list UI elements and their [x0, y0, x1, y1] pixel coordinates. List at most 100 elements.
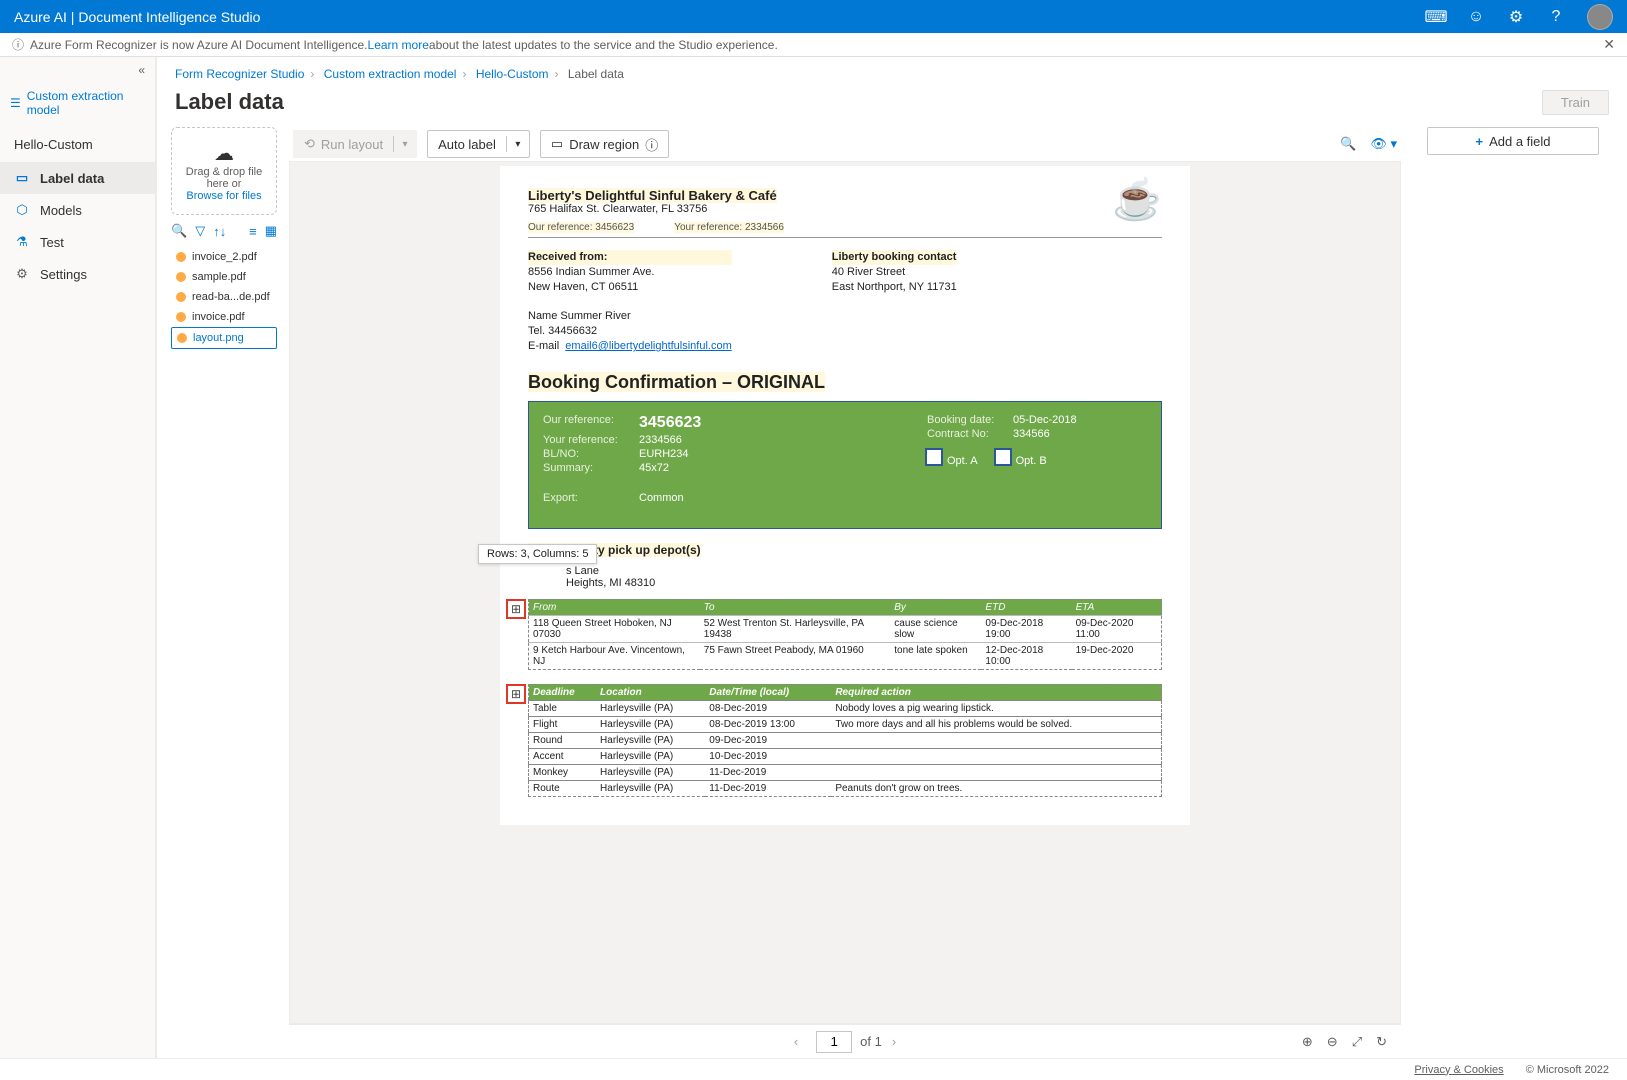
file-item[interactable]: sample.pdf	[171, 267, 277, 287]
zoom-out-icon[interactable]: ⊖	[1327, 1034, 1338, 1050]
table-cell: 09-Dec-2018 19:00	[981, 615, 1071, 642]
gb-your-ref-v: 2334566	[639, 434, 682, 446]
upload-icon: ☁	[214, 141, 234, 166]
page-number-input[interactable]	[816, 1031, 852, 1053]
opt-a: Opt. A	[927, 450, 978, 467]
table-cell: Harleysville (PA)	[596, 716, 705, 732]
document-viewer[interactable]: Liberty's Delightful Sinful Bakery & Caf…	[289, 161, 1401, 1024]
topbar-actions: ⌨ ☺ ⚙ ?	[1427, 4, 1613, 30]
crumb-studio[interactable]: Form Recognizer Studio	[175, 67, 304, 81]
table-cell: 9 Ketch Harbour Ave. Vincentown, NJ	[529, 642, 700, 669]
table-header: ETA	[1072, 599, 1162, 615]
file-item[interactable]: invoice_2.pdf	[171, 247, 277, 267]
crumb-project[interactable]: Hello-Custom	[476, 67, 549, 81]
gb-your-ref-l: Your reference:	[543, 434, 639, 446]
zoom-in-icon[interactable]: ⊕	[1302, 1034, 1313, 1050]
file-name: invoice_2.pdf	[192, 251, 257, 263]
table-cell: 118 Queen Street Hoboken, NJ 07030	[529, 615, 700, 642]
crumb-model[interactable]: Custom extraction model	[324, 67, 457, 81]
received-addr2: New Haven, CT 06511	[528, 280, 732, 295]
sidebar-item-test[interactable]: ⚗ Test	[0, 226, 155, 258]
table-cell: Table	[529, 700, 597, 716]
gb-blno-v: EURH234	[639, 448, 689, 460]
rotate-icon[interactable]: ↻	[1376, 1034, 1387, 1050]
auto-label-dropdown[interactable]: ▾	[507, 139, 529, 150]
file-item[interactable]: layout.png	[171, 327, 277, 349]
table-cell: Route	[529, 780, 597, 796]
visibility-icon[interactable]: 👁 ▾	[1370, 136, 1397, 152]
help-icon[interactable]: ?	[1547, 8, 1565, 26]
sidebar-item-models[interactable]: ⬡ Models	[0, 194, 155, 226]
doc-address: 765 Halifax St. Clearwater, FL 33756	[528, 203, 777, 215]
sidebar-item-settings[interactable]: ⚙ Settings	[0, 258, 155, 290]
sort-icon[interactable]: ↑↓	[213, 224, 226, 239]
breadcrumb: Form Recognizer Studio› Custom extractio…	[157, 57, 1627, 85]
fit-icon[interactable]: ⤢	[1352, 1034, 1362, 1050]
search-icon[interactable]: 🔍	[171, 223, 187, 239]
fields-panel: + Add a field	[1413, 127, 1613, 1058]
filter-icon[interactable]: ▽	[195, 223, 205, 239]
train-button[interactable]: Train	[1542, 90, 1609, 115]
table-cell	[831, 748, 1161, 764]
table-cell	[831, 732, 1161, 748]
run-layout-button[interactable]: ⟲ Run layout	[294, 131, 393, 157]
page-title: Label data	[175, 89, 284, 115]
file-list-tools: 🔍 ▽ ↑↓ ≡ ▦	[171, 221, 277, 241]
table-cell: Harleysville (PA)	[596, 700, 705, 716]
contact-header: Liberty booking contact	[832, 250, 957, 265]
opt-b-label: Opt. B	[1016, 455, 1047, 467]
shipping-table: FromToByETDETA118 Queen Street Hoboken, …	[528, 599, 1162, 670]
avatar[interactable]	[1587, 4, 1613, 30]
banner-learn-more-link[interactable]: Learn more	[368, 38, 429, 52]
dropzone-text: Drag & drop file here or	[176, 166, 272, 190]
banner-text-pre: Azure Form Recognizer is now Azure AI Do…	[30, 38, 368, 52]
sidebar-collapse-icon[interactable]: «	[128, 57, 155, 83]
copyright: © Microsoft 2022	[1526, 1064, 1609, 1076]
table-cell: Monkey	[529, 764, 597, 780]
doc-tel: Tel. 34456632	[528, 324, 732, 339]
file-item[interactable]: invoice.pdf	[171, 307, 277, 327]
doc-title: Booking Confirmation – ORIGINAL	[528, 372, 825, 392]
app-title: Azure AI | Document Intelligence Studio	[14, 9, 1427, 25]
auto-label-button[interactable]: Auto label	[428, 131, 506, 157]
table-row: MonkeyHarleysville (PA)11-Dec-2019	[529, 764, 1162, 780]
draw-region-label: Draw region	[569, 137, 639, 152]
gb-blno-l: BL/NO:	[543, 448, 639, 460]
browse-files-link[interactable]: Browse for files	[186, 190, 261, 202]
list-icon: ☰	[10, 96, 21, 110]
file-item[interactable]: read-ba...de.pdf	[171, 287, 277, 307]
footer: Privacy & Cookies © Microsoft 2022	[0, 1058, 1627, 1080]
feedback-icon[interactable]: ☺	[1467, 8, 1485, 26]
table-icon-2[interactable]: ⊞	[506, 684, 526, 704]
privacy-link[interactable]: Privacy & Cookies	[1414, 1064, 1503, 1076]
run-layout-dropdown[interactable]: ▾	[394, 139, 416, 150]
dropzone[interactable]: ☁ Drag & drop file here or Browse for fi…	[171, 127, 277, 215]
status-dot	[176, 272, 186, 282]
opt-b: Opt. B	[996, 450, 1047, 467]
doc-name: Name Summer River	[528, 309, 732, 324]
list-view-icon[interactable]: ≡	[249, 224, 257, 239]
table-cell: 12-Dec-2018 10:00	[981, 642, 1071, 669]
sidebar-header: ☰ Custom extraction model	[0, 83, 155, 123]
table-cell: 09-Dec-2019	[705, 732, 831, 748]
find-icon[interactable]: 🔍	[1340, 136, 1356, 152]
next-page-button[interactable]: ›	[882, 1034, 906, 1049]
close-icon[interactable]: ✕	[1603, 36, 1615, 53]
sidebar-item-label: Settings	[40, 267, 87, 282]
draw-region-button[interactable]: ▭ Draw region ⓘ	[541, 131, 668, 157]
grid-view-icon[interactable]: ▦	[265, 223, 277, 239]
prev-page-button[interactable]: ‹	[784, 1034, 808, 1049]
file-name: sample.pdf	[192, 271, 246, 283]
add-field-button[interactable]: + Add a field	[1427, 127, 1599, 155]
gear-icon[interactable]: ⚙	[1507, 8, 1525, 26]
table-cell: Two more days and all his problems would…	[831, 716, 1161, 732]
file-name: layout.png	[193, 332, 244, 344]
table-row: RouteHarleysville (PA)11-Dec-2019Peanuts…	[529, 780, 1162, 796]
keyboard-icon[interactable]: ⌨	[1427, 8, 1445, 26]
table-icon-1[interactable]: ⊞	[506, 599, 526, 619]
run-layout-group: ⟲ Run layout ▾	[293, 130, 417, 158]
sidebar-item-label-data[interactable]: ▭ Label data	[0, 162, 155, 194]
gb-summary-l: Summary:	[543, 462, 639, 474]
gear-icon: ⚙	[14, 266, 30, 282]
status-dot	[176, 312, 186, 322]
